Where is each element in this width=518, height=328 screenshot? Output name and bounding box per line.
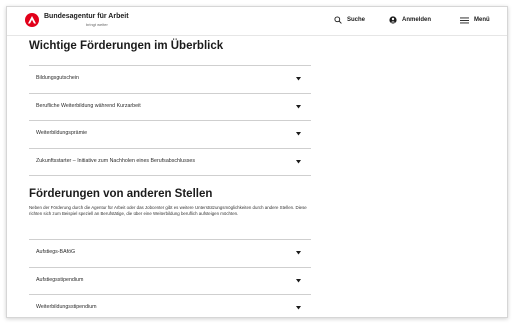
search-label: Suche: [347, 17, 366, 23]
section-title-other-funding: Förderungen von anderen Stellen: [29, 188, 213, 200]
accordion-item-weiterbildungspraemie[interactable]: Weiterbildungsprämie: [29, 121, 311, 149]
accordion-list-other: Aufstiegs-BAföG Aufstiegsstipendium Weit…: [29, 239, 311, 317]
section-title-important-funding: Wichtige Förderungen im Überblick: [29, 40, 224, 52]
login-label: Anmelden: [402, 17, 432, 23]
chevron-down-icon: [296, 77, 301, 81]
accordion-label: Aufstiegs-BAföG: [36, 249, 76, 255]
chevron-down-icon: [296, 306, 301, 310]
hamburger-menu-icon: [460, 17, 469, 24]
accordion-label: Zukunftsstarter – Initiative zum Nachhol…: [36, 157, 195, 164]
section-intro-text: Neben der Förderung durch die Agentur fü…: [29, 205, 307, 217]
chevron-down-icon: [296, 132, 301, 136]
brand-tagline: bringt weiter: [86, 22, 108, 27]
brand-name[interactable]: Bundesagentur für Arbeit: [44, 13, 129, 20]
site-header: Bundesagentur für Arbeit bringt weiter S…: [7, 7, 507, 36]
accordion-item-aufstiegs-bafoeg[interactable]: Aufstiegs-BAföG: [29, 240, 311, 268]
chevron-down-icon: [296, 159, 301, 163]
accordion-item-kurzarbeit[interactable]: Berufliche Weiterbildung während Kurzarb…: [29, 94, 311, 121]
chevron-down-icon: [296, 278, 301, 282]
accordion-list-important: Bildungsgutschein Berufliche Weiterbildu…: [29, 65, 311, 176]
accordion-label: Berufliche Weiterbildung während Kurzarb…: [36, 102, 141, 109]
browser-viewport: Bundesagentur für Arbeit bringt weiter S…: [6, 6, 508, 318]
chevron-down-icon: [296, 251, 301, 255]
search-icon: [334, 16, 342, 24]
menu-label: Menü: [474, 17, 490, 23]
accordion-item-zukunftsstarter[interactable]: Zukunftsstarter – Initiative zum Nachhol…: [29, 149, 311, 176]
chevron-down-icon: [296, 104, 301, 108]
login-button[interactable]: Anmelden: [389, 13, 431, 27]
accordion-label: Weiterbildungsstipendium: [36, 304, 97, 310]
accordion-item-bildungsgutschein[interactable]: Bildungsgutschein: [29, 66, 311, 94]
accordion-label: Bildungsgutschein: [36, 75, 79, 81]
ba-logo-icon[interactable]: [25, 13, 39, 27]
user-icon: [389, 16, 397, 24]
accordion-label: Aufstiegsstipendium: [36, 276, 84, 283]
menu-button[interactable]: Menü: [460, 13, 490, 27]
accordion-item-weiterbildungsstipendium[interactable]: Weiterbildungsstipendium: [29, 295, 311, 317]
search-button[interactable]: Suche: [334, 13, 365, 27]
accordion-label: Weiterbildungsprämie: [36, 130, 88, 136]
accordion-item-aufstiegsstipendium[interactable]: Aufstiegsstipendium: [29, 268, 311, 295]
